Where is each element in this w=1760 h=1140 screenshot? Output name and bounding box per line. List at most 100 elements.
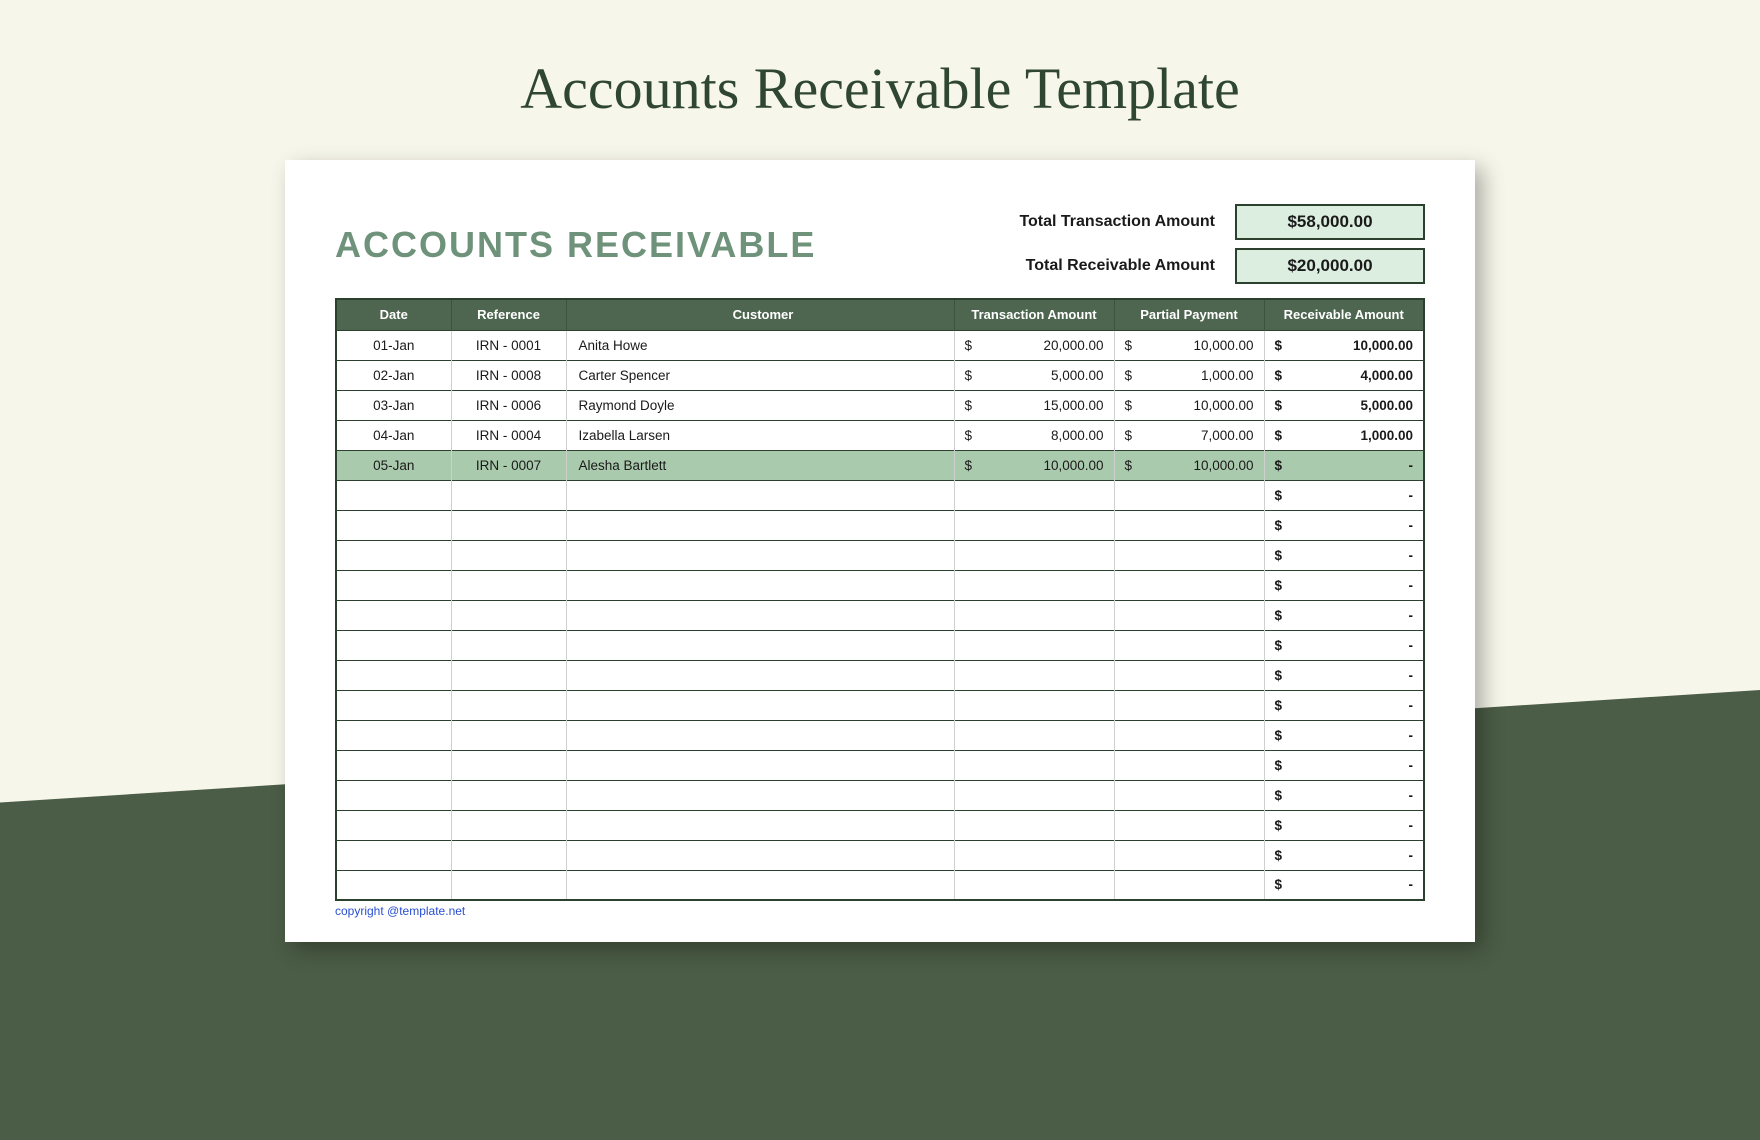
money-cell: $10,000.00 — [1114, 450, 1264, 480]
cell-customer: Izabella Larsen — [566, 420, 954, 450]
total-receivable-label: Total Receivable Amount — [1026, 257, 1215, 275]
money-cell: $- — [1264, 870, 1424, 900]
empty-cell — [336, 480, 451, 510]
empty-cell — [566, 690, 954, 720]
cell-date: 02-Jan — [336, 360, 451, 390]
empty-cell — [336, 600, 451, 630]
cell-customer: Alesha Bartlett — [566, 450, 954, 480]
copyright-text: copyright @template.net — [335, 904, 1425, 918]
cell-date: 03-Jan — [336, 390, 451, 420]
empty-cell — [566, 600, 954, 630]
empty-cell — [566, 750, 954, 780]
empty-cell — [336, 630, 451, 660]
empty-cell — [1114, 810, 1264, 840]
empty-cell — [1114, 660, 1264, 690]
empty-cell — [336, 570, 451, 600]
money-cell: $- — [1264, 660, 1424, 690]
money-cell: $- — [1264, 480, 1424, 510]
empty-cell — [336, 780, 451, 810]
table-row: 05-JanIRN - 0007Alesha Bartlett$10,000.0… — [336, 450, 1424, 480]
col-header-receivable: Receivable Amount — [1264, 299, 1424, 330]
table-row-empty: $- — [336, 510, 1424, 540]
empty-cell — [566, 540, 954, 570]
table-row: 03-JanIRN - 0006Raymond Doyle$15,000.00$… — [336, 390, 1424, 420]
empty-cell — [566, 630, 954, 660]
cell-customer: Carter Spencer — [566, 360, 954, 390]
money-cell: $- — [1264, 510, 1424, 540]
money-cell: $- — [1264, 570, 1424, 600]
cell-date: 04-Jan — [336, 420, 451, 450]
empty-cell — [451, 660, 566, 690]
sheet-title: ACCOUNTS RECEIVABLE — [335, 204, 816, 266]
table-row-empty: $- — [336, 780, 1424, 810]
table-row: 04-JanIRN - 0004Izabella Larsen$8,000.00… — [336, 420, 1424, 450]
empty-cell — [451, 750, 566, 780]
empty-cell — [451, 480, 566, 510]
template-card: ACCOUNTS RECEIVABLE Total Transaction Am… — [285, 160, 1475, 942]
empty-cell — [1114, 750, 1264, 780]
col-header-transaction: Transaction Amount — [954, 299, 1114, 330]
empty-cell — [336, 840, 451, 870]
money-cell: $10,000.00 — [954, 450, 1114, 480]
money-cell: $5,000.00 — [954, 360, 1114, 390]
table-row-empty: $- — [336, 750, 1424, 780]
empty-cell — [954, 510, 1114, 540]
empty-cell — [1114, 480, 1264, 510]
table-row-empty: $- — [336, 540, 1424, 570]
table-row-empty: $- — [336, 570, 1424, 600]
money-cell: $15,000.00 — [954, 390, 1114, 420]
empty-cell — [451, 570, 566, 600]
empty-cell — [954, 690, 1114, 720]
table-row-empty: $- — [336, 480, 1424, 510]
money-cell: $- — [1264, 450, 1424, 480]
empty-cell — [566, 570, 954, 600]
empty-cell — [1114, 690, 1264, 720]
cell-reference: IRN - 0004 — [451, 420, 566, 450]
empty-cell — [451, 870, 566, 900]
empty-cell — [566, 510, 954, 540]
money-cell: $- — [1264, 810, 1424, 840]
cell-reference: IRN - 0008 — [451, 360, 566, 390]
empty-cell — [566, 660, 954, 690]
empty-cell — [451, 810, 566, 840]
col-header-reference: Reference — [451, 299, 566, 330]
empty-cell — [1114, 720, 1264, 750]
money-cell: $- — [1264, 600, 1424, 630]
card-header: ACCOUNTS RECEIVABLE Total Transaction Am… — [335, 204, 1425, 284]
cell-date: 01-Jan — [336, 330, 451, 360]
money-cell: $1,000.00 — [1264, 420, 1424, 450]
empty-cell — [336, 720, 451, 750]
empty-cell — [954, 600, 1114, 630]
empty-cell — [566, 480, 954, 510]
table-row-empty: $- — [336, 660, 1424, 690]
empty-cell — [1114, 840, 1264, 870]
empty-cell — [954, 480, 1114, 510]
table-header-row: Date Reference Customer Transaction Amou… — [336, 299, 1424, 330]
empty-cell — [1114, 510, 1264, 540]
empty-cell — [336, 870, 451, 900]
empty-cell — [1114, 540, 1264, 570]
empty-cell — [336, 660, 451, 690]
table-row-empty: $- — [336, 810, 1424, 840]
money-cell: $4,000.00 — [1264, 360, 1424, 390]
cell-customer: Raymond Doyle — [566, 390, 954, 420]
empty-cell — [954, 630, 1114, 660]
total-receivable-value: $20,000.00 — [1235, 248, 1425, 284]
empty-cell — [566, 810, 954, 840]
empty-cell — [566, 780, 954, 810]
empty-cell — [566, 840, 954, 870]
empty-cell — [954, 810, 1114, 840]
money-cell: $1,000.00 — [1114, 360, 1264, 390]
total-transaction-row: Total Transaction Amount $58,000.00 — [1019, 204, 1425, 240]
table-row: 01-JanIRN - 0001Anita Howe$20,000.00$10,… — [336, 330, 1424, 360]
empty-cell — [954, 660, 1114, 690]
totals-block: Total Transaction Amount $58,000.00 Tota… — [1019, 204, 1425, 284]
empty-cell — [954, 720, 1114, 750]
money-cell: $- — [1264, 720, 1424, 750]
empty-cell — [954, 870, 1114, 900]
empty-cell — [954, 570, 1114, 600]
table-row-empty: $- — [336, 720, 1424, 750]
empty-cell — [336, 690, 451, 720]
money-cell: $5,000.00 — [1264, 390, 1424, 420]
money-cell: $7,000.00 — [1114, 420, 1264, 450]
